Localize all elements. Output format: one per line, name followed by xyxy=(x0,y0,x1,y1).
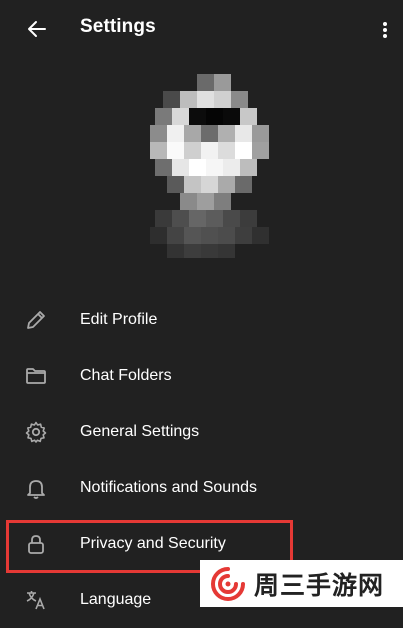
more-vertical-icon xyxy=(383,22,387,38)
menu-item-label: Edit Profile xyxy=(80,311,158,328)
translate-icon xyxy=(22,586,50,614)
menu-item-label: Notifications and Sounds xyxy=(80,479,257,496)
gear-icon xyxy=(22,418,50,446)
page-title: Settings xyxy=(80,16,156,37)
app-bar: Settings xyxy=(0,0,403,60)
menu-item-label: Chat Folders xyxy=(80,367,172,384)
bell-icon xyxy=(22,474,50,502)
menu-item-label: Privacy and Security xyxy=(80,535,226,552)
watermark-logo-icon xyxy=(211,566,245,601)
watermark: 周三手游网 xyxy=(200,560,403,607)
menu-item-label: General Settings xyxy=(80,423,200,440)
menu-item-chat-folders[interactable]: Chat Folders xyxy=(0,348,403,404)
watermark-text: 周三手游网 xyxy=(254,570,385,600)
more-options-button[interactable] xyxy=(376,16,394,44)
menu-item-edit-profile[interactable]: Edit Profile xyxy=(0,292,403,348)
avatar[interactable] xyxy=(145,72,275,262)
arrow-left-icon xyxy=(28,21,46,37)
back-button[interactable] xyxy=(20,14,54,44)
lock-icon xyxy=(22,530,50,558)
menu-item-notifications[interactable]: Notifications and Sounds xyxy=(0,460,403,516)
folder-icon xyxy=(22,362,50,390)
pencil-icon xyxy=(22,306,50,334)
menu-item-label: Language xyxy=(80,591,152,608)
menu-item-general-settings[interactable]: General Settings xyxy=(0,404,403,460)
